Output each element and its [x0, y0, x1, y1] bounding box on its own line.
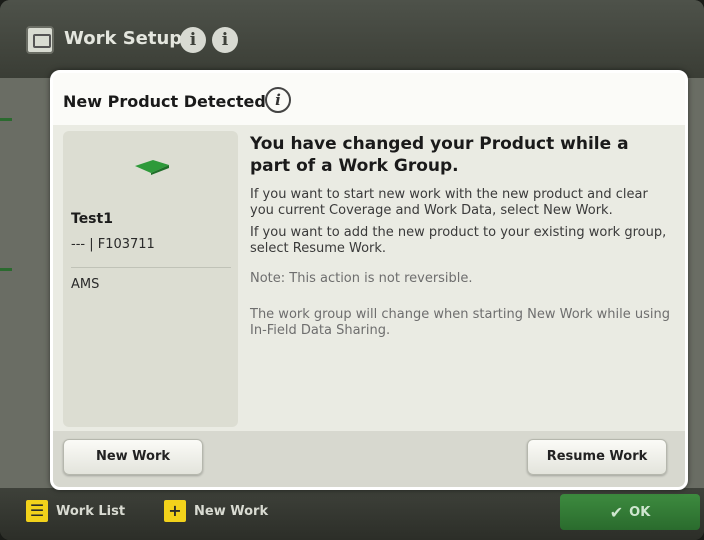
dialog-info-icon[interactable]: i	[265, 87, 291, 113]
background-indicator	[0, 268, 12, 271]
dialog-title: New Product Detected	[63, 92, 266, 111]
message-paragraph-resume-work: If you want to add the new product to yo…	[250, 225, 667, 256]
work-list-button[interactable]: ☰ Work List	[26, 500, 125, 522]
title-bar: Work Setup i i	[0, 0, 704, 78]
work-list-label: Work List	[56, 503, 126, 519]
ok-button[interactable]: ✔ OK	[560, 494, 700, 530]
new-work-bottom-button[interactable]: + New Work	[164, 500, 268, 522]
product-icon	[135, 160, 169, 175]
message-paragraph-data-sharing: The work group will change when starting…	[250, 307, 670, 338]
resume-work-button[interactable]: Resume Work	[527, 439, 667, 475]
app-title: Work Setup	[64, 28, 183, 49]
ok-label: OK	[629, 504, 651, 520]
message-note: Note: This action is not reversible.	[250, 271, 473, 286]
dialog-footer: New Work Resume Work	[53, 431, 685, 487]
product-id: --- | F103711	[71, 237, 155, 252]
new-work-bottom-label: New Work	[194, 503, 269, 519]
list-icon: ☰	[26, 500, 48, 522]
dialog-message: You have changed your Product while a pa…	[250, 133, 670, 339]
dialog-body: Test1 --- | F103711 AMS You have changed…	[53, 125, 685, 431]
dialog-header: New Product Detected i	[53, 73, 685, 125]
work-setup-icon	[26, 26, 54, 54]
message-heading: You have changed your Product while a pa…	[250, 134, 629, 176]
info-icon[interactable]: i	[180, 27, 206, 53]
background-indicator	[0, 118, 12, 121]
plus-icon: +	[164, 500, 186, 522]
product-panel: Test1 --- | F103711 AMS	[63, 131, 238, 427]
new-product-dialog: New Product Detected i Test1 --- | F1037…	[50, 70, 688, 490]
info-icon-secondary[interactable]: i	[212, 27, 238, 53]
new-work-button[interactable]: New Work	[63, 439, 203, 475]
divider	[71, 267, 231, 268]
product-name: Test1	[71, 211, 113, 227]
message-paragraph-new-work: If you want to start new work with the n…	[250, 187, 648, 218]
product-type: AMS	[71, 277, 100, 292]
checkmark-icon: ✔	[609, 502, 624, 522]
